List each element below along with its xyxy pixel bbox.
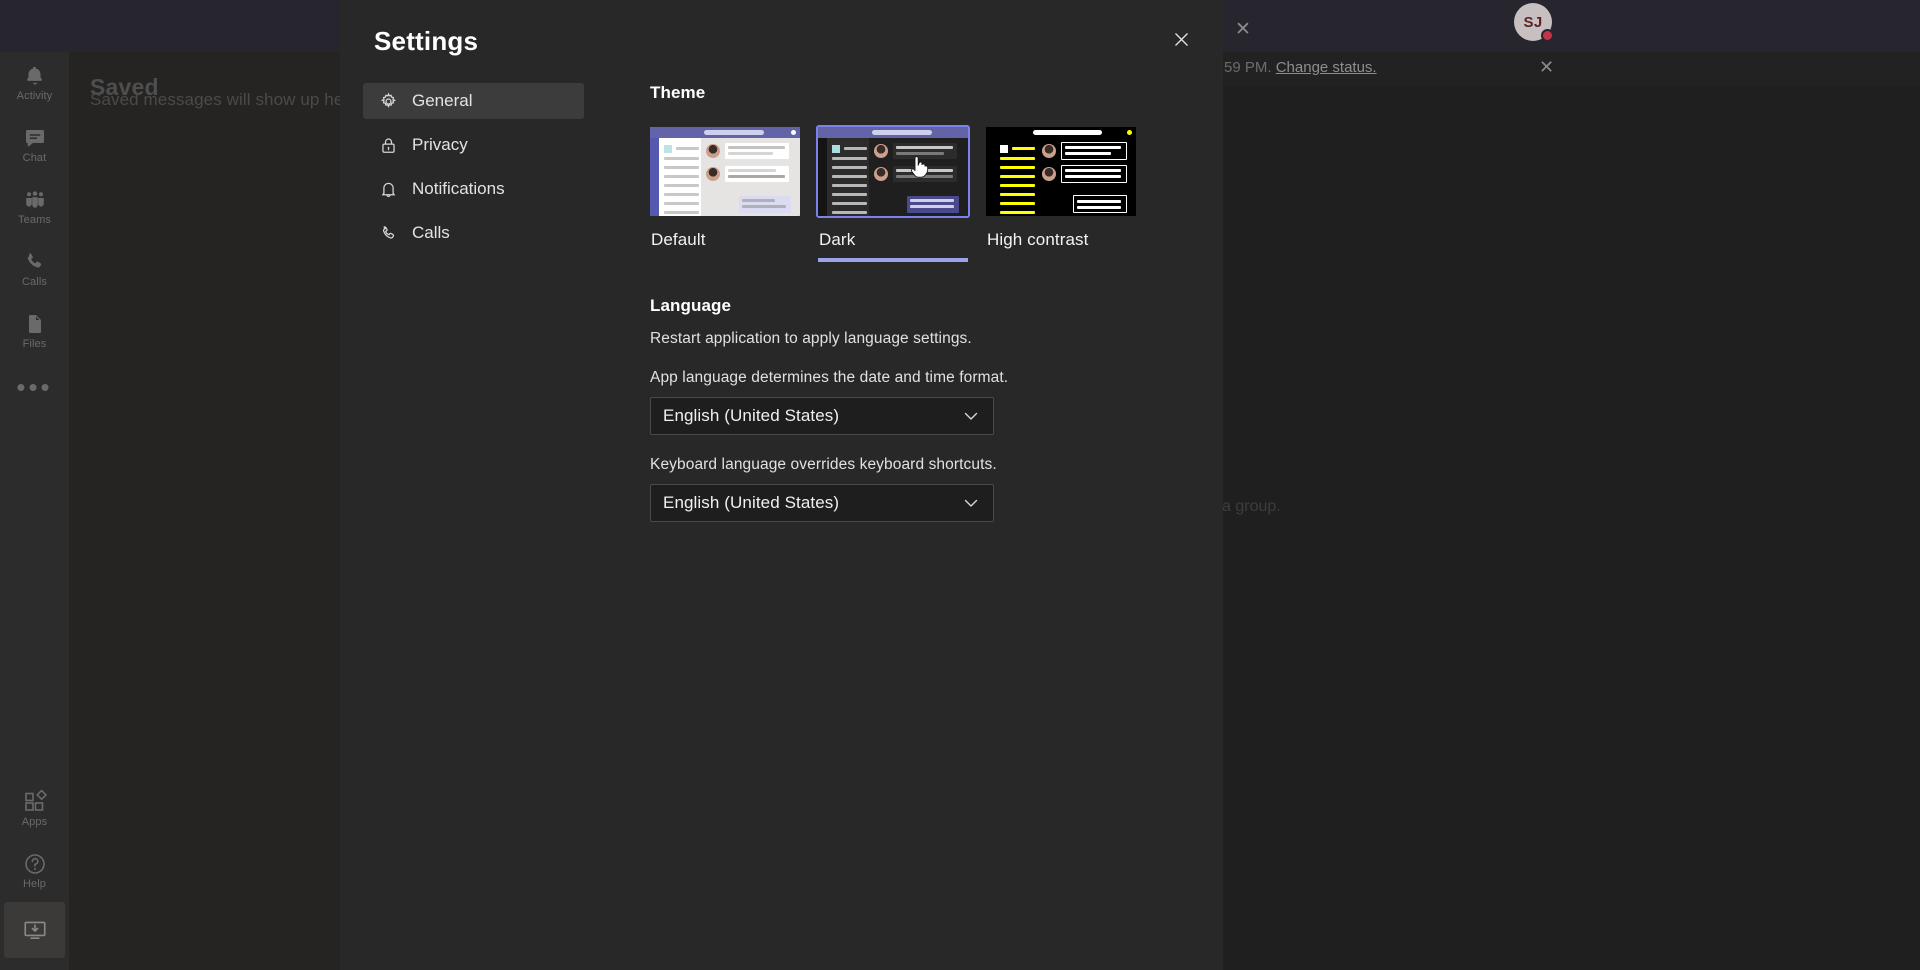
rail-label: Help [22,878,47,890]
app-rail: Activity Chat Teams Calls Files ••• Apps… [0,0,69,970]
bell-icon [379,180,398,199]
rail-label: Calls [22,276,47,288]
sidebar-item-label: Calls [412,223,450,242]
rail-item-chat[interactable]: Chat [0,114,69,176]
rail-label: Apps [21,816,48,828]
app-language-select[interactable]: English (United States) [650,397,994,435]
rail-item-activity[interactable]: Activity [0,52,69,114]
language-section-heading: Language [650,296,732,315]
status-close-icon[interactable]: ✕ [1539,58,1554,76]
bell-icon [23,64,47,88]
settings-content-pane: Theme Default Dark High contrast Languag… [650,83,1190,522]
rail-item-calls[interactable]: Calls [0,238,69,300]
settings-dialog: Settings General Privacy Notifications C… [340,0,1223,970]
apps-icon [23,790,47,814]
change-status-link[interactable]: Change status. [1276,59,1377,76]
rail-label: Teams [18,214,51,226]
help-icon [23,852,47,876]
status-notification-text: 59 PM. Change status. [1224,59,1377,76]
chevron-down-icon [961,406,981,426]
gear-icon [379,92,398,111]
status-time-text: 59 PM. [1224,59,1272,76]
rail-item-teams[interactable]: Teams [0,176,69,238]
panel-close-icon[interactable]: ✕ [1235,18,1251,41]
theme-option-label: Default [651,230,706,249]
sidebar-item-general[interactable]: General [363,83,584,119]
ellipsis-icon[interactable]: ••• [0,362,69,412]
keyboard-language-value: English (United States) [663,493,840,512]
theme-preview-dark [816,125,970,218]
theme-option-label: Dark [818,230,968,262]
restart-note: Restart application to apply language se… [650,330,972,347]
app-language-label: App language determines the date and tim… [650,369,1009,386]
theme-preview-high-contrast [986,127,1136,216]
background-group-text: a group. [1222,498,1281,515]
close-icon [1174,32,1189,50]
keyboard-language-select[interactable]: English (United States) [650,484,994,522]
sidebar-item-calls[interactable]: Calls [363,215,584,251]
teams-icon [23,188,47,212]
download-desktop-icon[interactable] [4,902,65,958]
rail-item-help[interactable]: Help [0,840,69,902]
language-section: Language Restart application to apply la… [650,296,1190,522]
close-button[interactable] [1162,22,1200,60]
rail-top-strip [0,0,69,52]
phone-icon [23,250,47,274]
rail-label: Chat [22,152,47,164]
rail-item-files[interactable]: Files [0,300,69,362]
theme-options-row: Default Dark High contrast [650,125,1190,262]
sidebar-item-notifications[interactable]: Notifications [363,171,584,207]
settings-nav: General Privacy Notifications Calls [363,83,584,251]
theme-preview-default [650,127,800,216]
file-icon [23,312,47,336]
theme-option-dark[interactable]: Dark [816,125,970,262]
sidebar-item-label: Notifications [412,179,505,198]
rail-label: Files [22,338,47,350]
keyboard-language-label: Keyboard language overrides keyboard sho… [650,456,997,473]
theme-option-label: High contrast [987,230,1089,249]
app-language-value: English (United States) [663,406,840,425]
phone-icon [379,224,398,243]
saved-list-panel [69,52,340,970]
sidebar-item-label: Privacy [412,135,468,154]
theme-option-default[interactable]: Default [650,127,800,262]
app-root: Saved Saved messages will show up here a… [0,0,1920,970]
chevron-down-icon [961,493,981,513]
presence-status-dot [1541,29,1554,42]
sidebar-item-label: General [412,91,473,110]
chat-icon [23,126,47,150]
theme-section-heading: Theme [650,83,706,102]
rail-item-apps[interactable]: Apps [0,778,69,840]
sidebar-item-privacy[interactable]: Privacy [363,127,584,163]
page-title: Settings [374,26,479,56]
theme-option-high-contrast[interactable]: High contrast [986,127,1136,262]
lock-icon [379,136,398,155]
saved-subheading: Saved messages will show up here [90,90,359,109]
rail-label: Activity [16,90,53,102]
